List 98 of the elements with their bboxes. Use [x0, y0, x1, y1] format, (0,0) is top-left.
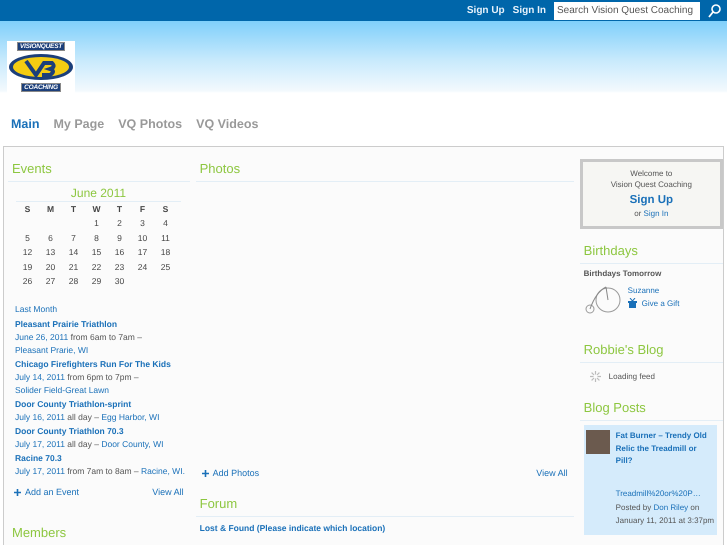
calendar-day[interactable]: 27 [39, 274, 62, 288]
event-title-link[interactable]: Pleasant Prairie Triathlon [15, 318, 186, 332]
event-date-link[interactable]: July 16, 2011 [15, 412, 65, 422]
section-title: Birthdays [580, 237, 723, 264]
loading-status: Loading feed [608, 372, 655, 381]
calendar-day[interactable]: 10 [131, 230, 154, 246]
event-location-link[interactable]: Egg Harbor, WI [101, 412, 160, 422]
calendar-day[interactable]: 22 [85, 260, 108, 274]
welcome-text: Vision Quest Coaching [610, 179, 692, 190]
weekday-label: F [138, 203, 146, 216]
calendar-day[interactable]: 7 [62, 230, 85, 246]
author-link[interactable]: Don Riley [653, 503, 688, 512]
calendar-day[interactable]: 17 [131, 245, 154, 260]
plus-icon [202, 470, 209, 476]
sign-up-link[interactable]: Sign Up [630, 193, 674, 207]
view-all-link[interactable]: View All [152, 487, 184, 498]
calendar-day[interactable]: 20 [39, 260, 62, 274]
birthdays-subtitle: Birthdays Tomorrow [582, 268, 662, 280]
section-title: Blog Posts [580, 394, 723, 421]
calendar-day[interactable]: 25 [154, 260, 177, 274]
nav-tab[interactable]: Main [11, 117, 40, 131]
give-gift-link[interactable]: Give a Gift [628, 298, 680, 308]
calendar-day[interactable]: 2 [108, 216, 131, 231]
section-title: Photos [196, 155, 574, 182]
search-field[interactable]: Search Vision Quest Coaching [554, 2, 700, 20]
calendar-month: June 2011 [16, 186, 181, 202]
forum-topic-link[interactable]: Lost & Found (Please indicate which location) [196, 521, 574, 535]
calendar-day[interactable]: 5 [16, 230, 39, 246]
weekday-label: S [24, 203, 32, 216]
sign-in-prompt: or Sign In [634, 208, 668, 219]
event-title-link[interactable]: Racine 70.3 [15, 452, 186, 466]
calendar-day[interactable]: 21 [62, 260, 85, 274]
calendar-day[interactable]: 4 [154, 216, 177, 231]
event-details: July 17, 2011 all day – Door County, WI [15, 438, 165, 452]
event-title-link[interactable]: Door County Triathlon 70.3 [15, 425, 186, 438]
calendar-day[interactable]: 1 [85, 216, 108, 231]
event-location-link[interactable]: Solider Field-Great Lawn [15, 385, 110, 396]
last-month-link[interactable]: Last Month [15, 304, 190, 314]
event-location-link[interactable]: Door County, WI [101, 439, 164, 450]
calendar-day[interactable]: 18 [154, 245, 177, 260]
event-date-link[interactable]: July 17, 2011 [15, 439, 65, 450]
event-details: June 26, 2011 from 6am to 7am – Pleasant Prarie, WI [15, 331, 143, 358]
calendar-day[interactable]: 29 [85, 274, 108, 288]
post-byline: Posted by Don Riley on January 11, 2011 at 3:37pm [616, 502, 715, 527]
event-title-link[interactable]: Chicago Firefighters Run For The Kids [15, 358, 186, 372]
event-details: July 16, 2011 all day – Egg Harbor, WI [15, 411, 160, 424]
weekday-label: T [70, 203, 78, 216]
calendar-day[interactable]: 8 [85, 230, 108, 246]
calendar-day[interactable]: 19 [16, 260, 39, 274]
loading-spinner-icon [590, 371, 601, 382]
calendar-day[interactable]: 24 [131, 260, 154, 274]
event-date-link[interactable]: July 17, 2011 [15, 466, 65, 476]
calendar-day[interactable]: 3 [131, 216, 154, 231]
event-details: July 14, 2011 from 6pm to 7pm – Solider Field-Great Lawn [15, 371, 140, 398]
event-date-link[interactable]: July 14, 2011 [15, 372, 65, 382]
calendar-day[interactable]: 9 [108, 230, 131, 246]
search-icon[interactable] [708, 4, 721, 18]
calendar-day[interactable]: 11 [154, 230, 177, 246]
add-photos-link[interactable]: Add Photos [202, 468, 260, 478]
section-title: Events [8, 155, 190, 182]
section-title: Members [8, 519, 190, 545]
calendar-day[interactable]: 6 [39, 230, 62, 246]
nav-tab[interactable]: VQ Photos [118, 117, 182, 131]
event-details: July 17, 2011 from 7am to 8am – Racine, WI. [15, 465, 186, 478]
nav-tab[interactable]: VQ Videos [196, 117, 258, 131]
member-name-link[interactable]: Suzanne [628, 286, 680, 295]
event-date-link[interactable]: June 26, 2011 [15, 332, 68, 342]
view-all-link[interactable]: View All [536, 468, 568, 478]
calendar-day[interactable]: 26 [16, 274, 39, 288]
sign-in-link[interactable]: Sign In [644, 209, 668, 218]
event-title-link[interactable]: Door County Triathlon-sprint [15, 398, 186, 412]
calendar-day[interactable]: 30 [108, 274, 131, 288]
gift-icon [628, 298, 637, 308]
weekday-label: W [91, 203, 102, 216]
event-location-link[interactable]: Pleasant Prarie, WI [15, 345, 88, 356]
calendar-day[interactable]: 12 [16, 245, 39, 260]
event-location-link[interactable]: Racine, WI. [141, 466, 185, 476]
calendar-day[interactable]: 15 [85, 245, 108, 260]
calendar-day[interactable]: 13 [39, 245, 62, 260]
add-event-link[interactable]: Add an Event [14, 487, 80, 498]
calendar-day[interactable]: 14 [62, 245, 85, 260]
sign-up-link[interactable]: Sign Up [466, 5, 505, 16]
plus-icon [14, 488, 21, 496]
post-excerpt-link[interactable]: Treadmill%20or%20P… [616, 488, 715, 500]
weekday-label: T [116, 203, 124, 216]
photo-placeholder [586, 430, 610, 454]
section-title: Robbie's Blog [580, 336, 723, 363]
logo-emblem-icon [8, 53, 74, 81]
sign-in-link[interactable]: Sign In [512, 5, 546, 16]
calendar-day[interactable]: 16 [108, 245, 131, 260]
nav-tab[interactable]: My Page [53, 117, 104, 131]
welcome-text: Welcome to [630, 168, 672, 179]
calendar-day[interactable]: 23 [108, 260, 131, 274]
section-title: Forum [196, 490, 574, 517]
post-title-link[interactable]: Fat Burner – Trendy Old Relic the Treadmill or Pill? [616, 430, 715, 468]
weekday-label: M [46, 203, 56, 216]
calendar-day[interactable]: 28 [62, 274, 85, 288]
weekday-label: S [162, 203, 170, 216]
